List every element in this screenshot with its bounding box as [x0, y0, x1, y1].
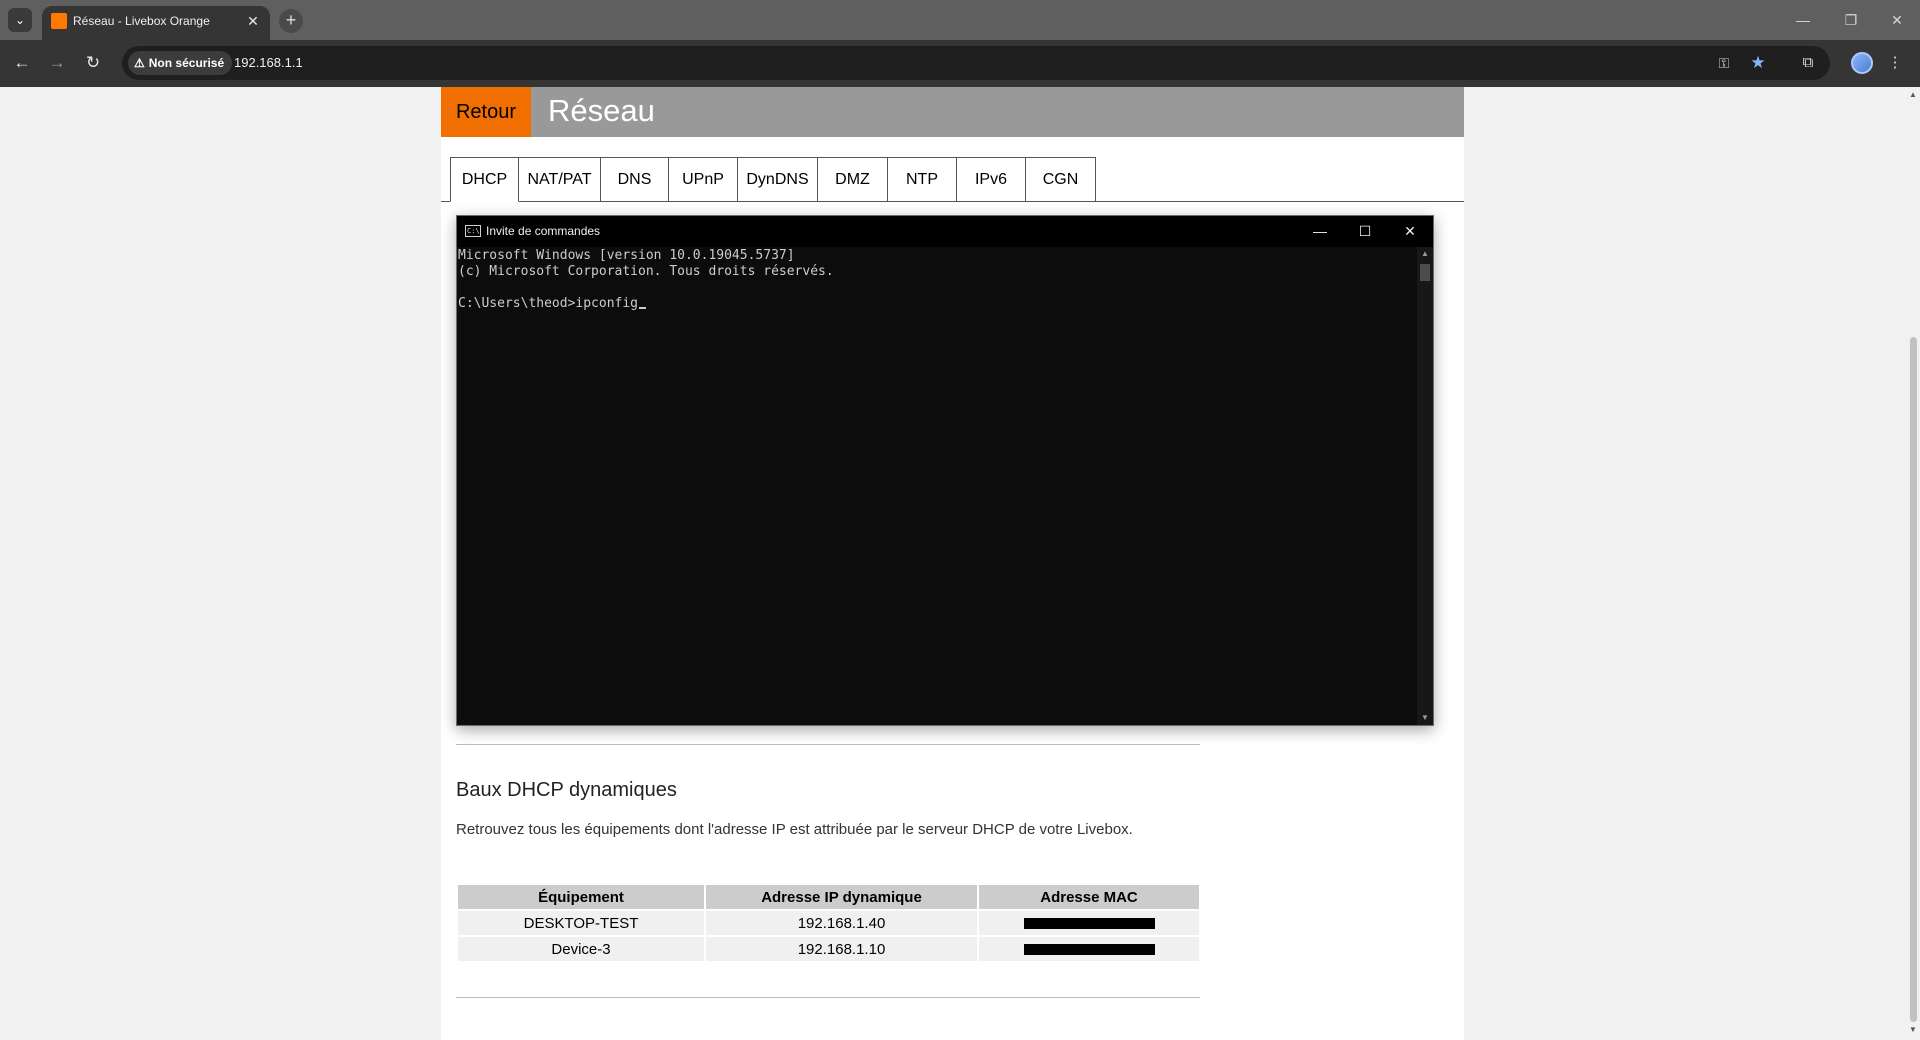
security-label: Non sécurisé — [148, 56, 225, 70]
cell-device: Device-3 — [458, 937, 704, 961]
tab-ipv6[interactable]: IPv6 — [957, 157, 1026, 202]
command-prompt-window[interactable]: C:\ Invite de commandes — ☐ ✕ Microsoft … — [456, 215, 1434, 726]
page-scroll-thumb[interactable] — [1910, 337, 1917, 1022]
dhcp-section-title: Baux DHCP dynamiques — [456, 779, 677, 801]
browser-tab-strip: ⌄ Réseau - Livebox Orange ✕ + — ❐ ✕ — [0, 0, 1920, 40]
tab-title: Réseau - Livebox Orange — [73, 14, 210, 28]
profile-avatar[interactable] — [1851, 52, 1873, 74]
table-header-row: Équipement Adresse IP dynamique Adresse … — [458, 885, 1199, 909]
browser-toolbar: ← → ↻ ⚠ Non sécurisé 192.168.1.1 ⚿ ★ ⧉ ⋮ — [0, 40, 1920, 87]
console-line: (c) Microsoft Corporation. Tous droits r… — [458, 264, 834, 279]
tab-upnp[interactable]: UPnP — [669, 157, 738, 202]
cmd-console[interactable]: Microsoft Windows [version 10.0.19045.57… — [457, 247, 1417, 725]
dhcp-section-description: Retrouvez tous les équipements dont l'ad… — [456, 821, 1133, 838]
reload-icon[interactable]: ↻ — [80, 50, 106, 76]
tab-nat-pat[interactable]: NAT/PAT — [519, 157, 601, 202]
console-prompt-line: C:\Users\theod>ipconfig — [458, 296, 1417, 312]
tab-close-icon[interactable]: ✕ — [244, 12, 262, 30]
dhcp-leases-table: Équipement Adresse IP dynamique Adresse … — [456, 883, 1201, 963]
section-divider-top — [456, 744, 1200, 745]
browser-tab-active[interactable]: Réseau - Livebox Orange ✕ — [42, 6, 270, 40]
password-key-icon[interactable]: ⚿ — [1714, 53, 1734, 73]
scroll-up-arrow-icon[interactable]: ▲ — [1909, 91, 1917, 99]
tab-dmz[interactable]: DMZ — [818, 157, 888, 202]
console-line: Microsoft Windows [version 10.0.19045.57… — [458, 248, 795, 263]
cmd-app-icon: C:\ — [465, 225, 481, 237]
cmd-minimize-icon[interactable]: — — [1297, 216, 1343, 247]
redaction-bar — [1023, 944, 1155, 956]
browser-menu-icon[interactable]: ⋮ — [1884, 52, 1906, 74]
back-arrow-icon[interactable]: ← — [9, 50, 35, 76]
table-row: Device-3 192.168.1.10 — [458, 937, 1199, 961]
warning-triangle-icon: ⚠ — [134, 56, 145, 70]
address-bar[interactable]: ⚠ Non sécurisé 192.168.1.1 ⚿ ★ — [122, 46, 1830, 80]
cmd-scroll-up-icon[interactable]: ▲ — [1420, 249, 1430, 258]
url-text[interactable]: 192.168.1.1 — [234, 55, 303, 70]
cmd-scrollbar[interactable]: ▲ ▼ — [1417, 247, 1433, 725]
page-title: Réseau — [548, 93, 655, 128]
cell-ip: 192.168.1.10 — [706, 937, 977, 961]
text-cursor — [639, 307, 647, 309]
tab-search-chevron-icon[interactable]: ⌄ — [8, 8, 32, 32]
cell-ip: 192.168.1.40 — [706, 911, 977, 935]
cmd-close-icon[interactable]: ✕ — [1387, 216, 1433, 247]
security-chip[interactable]: ⚠ Non sécurisé — [128, 51, 233, 75]
section-divider-bottom — [456, 997, 1200, 998]
tab-ntp[interactable]: NTP — [888, 157, 957, 202]
tab-dhcp[interactable]: DHCP — [450, 157, 519, 202]
header-equipement: Équipement — [458, 885, 704, 909]
network-tabs: DHCP NAT/PAT DNS UPnP DynDNS DMZ NTP IPv… — [450, 157, 1096, 202]
tab-cgn[interactable]: CGN — [1026, 157, 1096, 202]
redaction-bar — [1023, 918, 1155, 930]
cmd-titlebar[interactable]: C:\ Invite de commandes — ☐ ✕ — [457, 216, 1433, 247]
header-mac: Adresse MAC — [979, 885, 1199, 909]
cmd-scroll-down-icon[interactable]: ▼ — [1420, 713, 1430, 722]
window-minimize-icon[interactable]: — — [1780, 0, 1826, 40]
bookmark-star-icon[interactable]: ★ — [1748, 53, 1768, 73]
window-restore-icon[interactable]: ❐ — [1828, 0, 1874, 40]
page-scrollbar[interactable]: ▲ ▼ — [1906, 87, 1920, 1040]
header-ip: Adresse IP dynamique — [706, 885, 977, 909]
scroll-down-arrow-icon[interactable]: ▼ — [1909, 1026, 1917, 1034]
extensions-puzzle-icon[interactable]: ⧉ — [1797, 52, 1819, 74]
forward-arrow-icon[interactable]: → — [44, 50, 70, 76]
retour-button[interactable]: Retour — [441, 87, 531, 137]
console-prompt: C:\Users\theod>ipconfig — [458, 296, 639, 311]
cmd-scroll-thumb[interactable] — [1420, 264, 1430, 281]
cell-device: DESKTOP-TEST — [458, 911, 704, 935]
table-row: DESKTOP-TEST 192.168.1.40 — [458, 911, 1199, 935]
new-tab-button[interactable]: + — [279, 9, 303, 33]
cmd-window-title: Invite de commandes — [486, 224, 601, 238]
cell-mac-redacted — [979, 937, 1199, 961]
cell-mac-redacted — [979, 911, 1199, 935]
window-close-icon[interactable]: ✕ — [1874, 0, 1920, 40]
tab-dyndns[interactable]: DynDNS — [738, 157, 818, 202]
page-header: Retour Réseau — [441, 87, 1464, 137]
orange-favicon-icon — [51, 13, 67, 29]
tab-dns[interactable]: DNS — [601, 157, 669, 202]
cmd-maximize-icon[interactable]: ☐ — [1342, 216, 1388, 247]
